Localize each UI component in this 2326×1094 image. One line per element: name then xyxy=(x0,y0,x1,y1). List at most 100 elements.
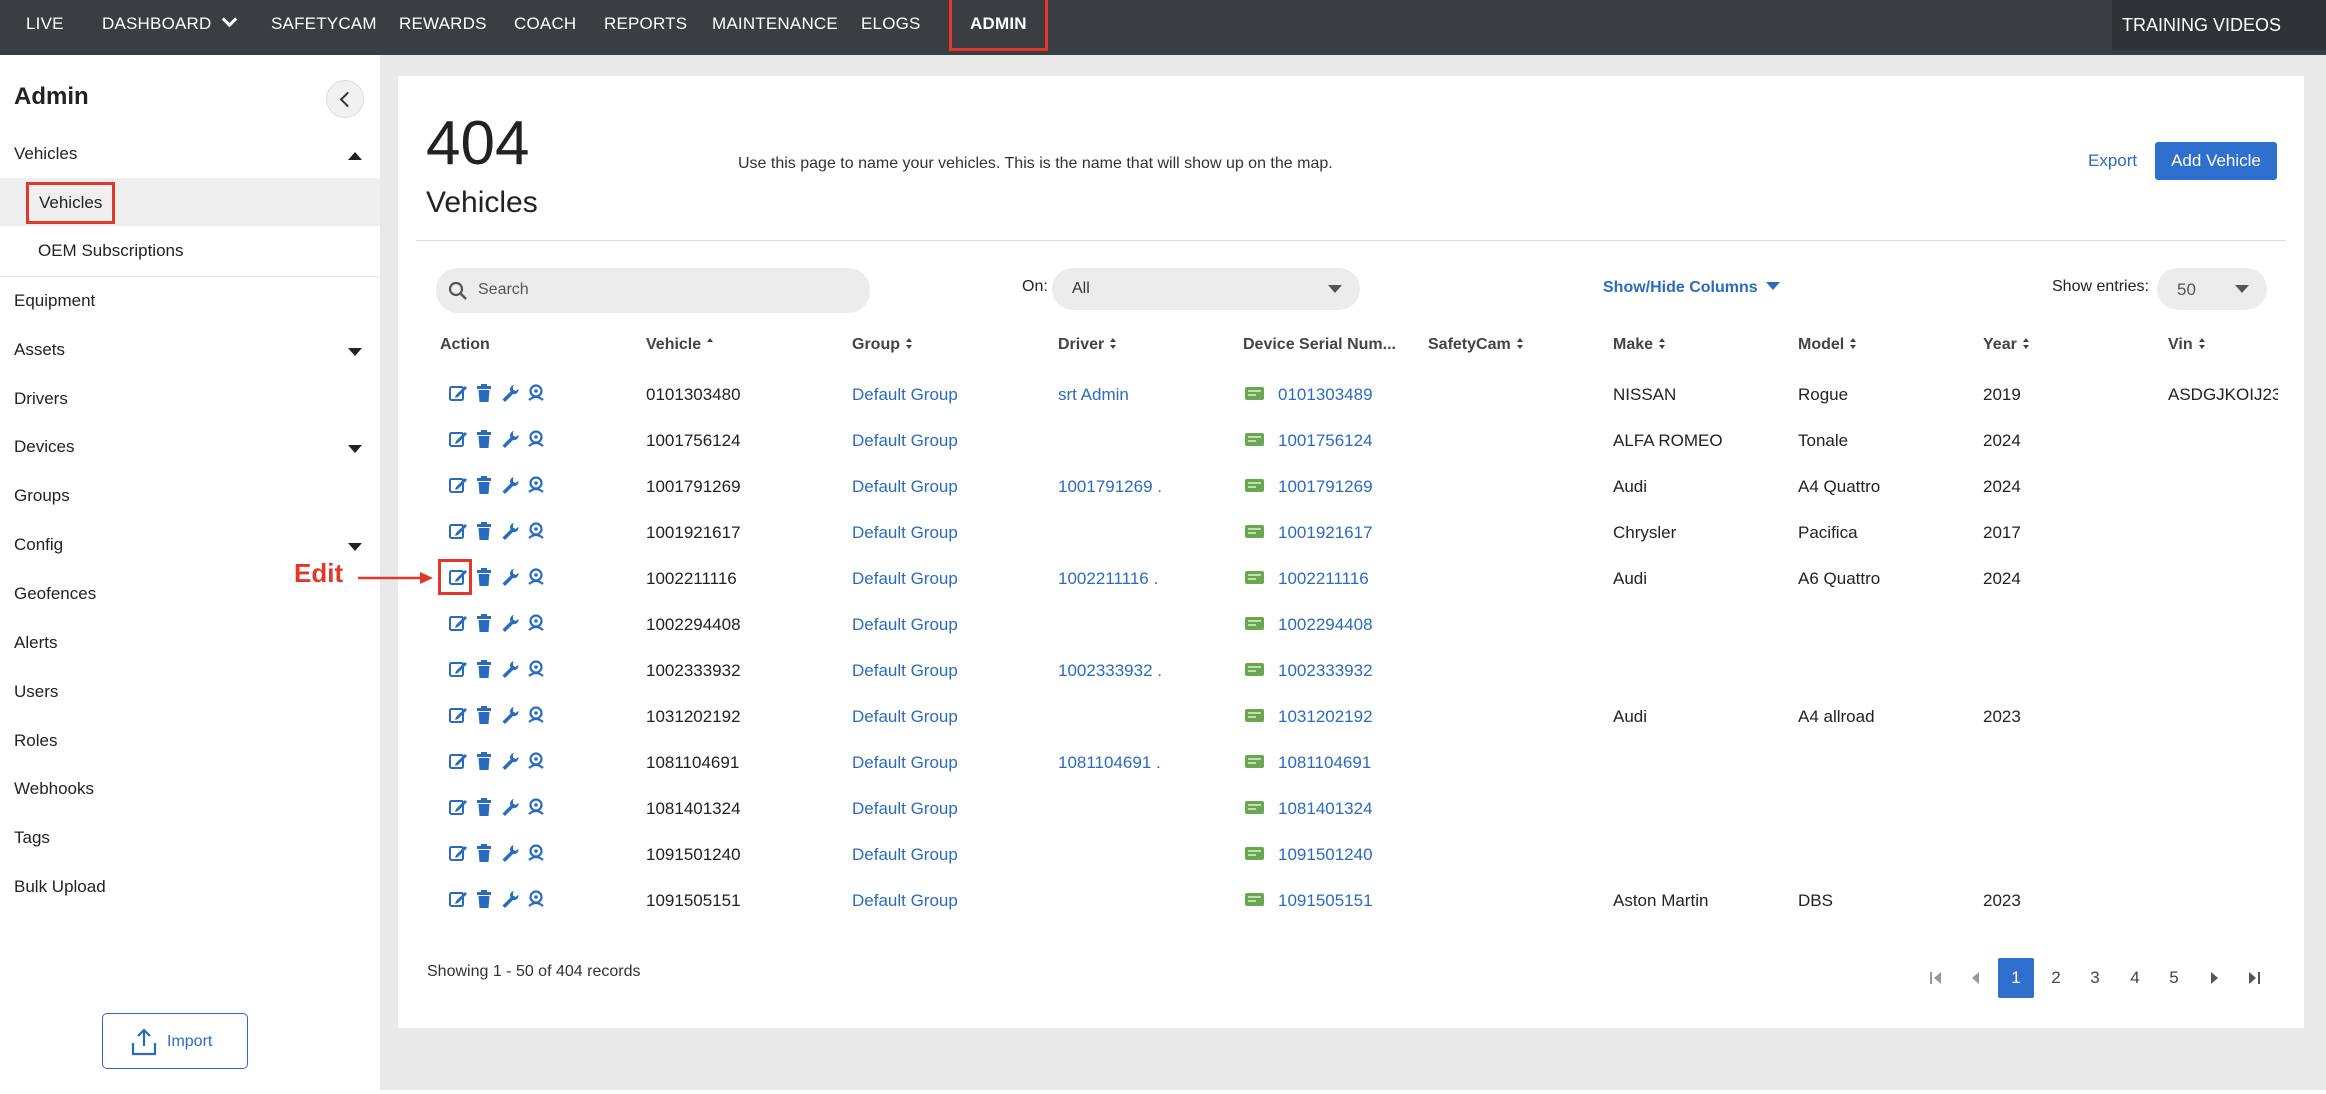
delete-button[interactable] xyxy=(474,797,494,817)
assign-driver-button[interactable] xyxy=(526,705,546,725)
assign-driver-button[interactable] xyxy=(526,475,546,495)
sidebar-item-geofences[interactable]: Geofences xyxy=(14,584,96,604)
edit-button[interactable] xyxy=(448,889,468,909)
page-2-button[interactable]: 2 xyxy=(2038,958,2074,998)
service-button[interactable] xyxy=(500,383,520,403)
column-header-vehicle[interactable]: Vehicle xyxy=(646,336,714,354)
page-1-button[interactable]: 1 xyxy=(1998,958,2034,998)
assign-driver-button[interactable] xyxy=(526,659,546,679)
sidebar-item-roles[interactable]: Roles xyxy=(14,731,57,751)
service-button[interactable] xyxy=(500,797,520,817)
service-button[interactable] xyxy=(500,705,520,725)
delete-button[interactable] xyxy=(474,659,494,679)
service-button[interactable] xyxy=(500,843,520,863)
import-button[interactable]: Import xyxy=(102,1013,248,1069)
sidebar-item-users[interactable]: Users xyxy=(14,682,58,702)
device-serial-cell[interactable]: 1091505151 xyxy=(1278,891,1373,911)
assign-driver-button[interactable] xyxy=(526,843,546,863)
group-cell[interactable]: Default Group xyxy=(852,615,958,635)
nav-coach[interactable]: COACH xyxy=(514,0,576,48)
page-4-button[interactable]: 4 xyxy=(2117,958,2153,998)
column-header-device-serial[interactable]: Device Serial Num... xyxy=(1243,336,1396,354)
group-cell[interactable]: Default Group xyxy=(852,799,958,819)
device-serial-cell[interactable]: 1002333932 xyxy=(1278,661,1373,681)
nav-safetycam[interactable]: SAFETYCAM xyxy=(271,0,377,48)
nav-training-videos[interactable]: TRAINING VIDEOS xyxy=(2112,0,2326,50)
device-serial-cell[interactable]: 0101303489 xyxy=(1278,385,1373,405)
service-button[interactable] xyxy=(500,567,520,587)
device-serial-cell[interactable]: 1081104691 xyxy=(1278,753,1371,773)
group-cell[interactable]: Default Group xyxy=(852,523,958,543)
service-button[interactable] xyxy=(500,475,520,495)
delete-button[interactable] xyxy=(474,751,494,771)
column-header-year[interactable]: Year xyxy=(1983,336,2030,354)
assign-driver-button[interactable] xyxy=(526,567,546,587)
column-header-make[interactable]: Make xyxy=(1613,336,1666,354)
last-page-button[interactable] xyxy=(2236,958,2272,998)
column-header-safetycam[interactable]: SafetyCam xyxy=(1428,336,1524,354)
prev-page-button[interactable] xyxy=(1958,958,1994,998)
service-button[interactable] xyxy=(500,613,520,633)
device-serial-cell[interactable]: 1001921617 xyxy=(1278,523,1373,543)
sidebar-item-tags[interactable]: Tags xyxy=(14,828,50,848)
show-hide-columns-button[interactable]: Show/Hide Columns xyxy=(1603,279,1780,297)
sidebar-item-config[interactable]: Config xyxy=(14,535,63,555)
add-vehicle-button[interactable]: Add Vehicle xyxy=(2155,142,2277,180)
nav-rewards[interactable]: REWARDS xyxy=(399,0,487,48)
sidebar-item-webhooks[interactable]: Webhooks xyxy=(14,779,94,799)
service-button[interactable] xyxy=(500,889,520,909)
sidebar-subitem-vehicles[interactable]: Vehicles xyxy=(0,178,380,226)
service-button[interactable] xyxy=(500,429,520,449)
sidebar-item-bulk-upload[interactable]: Bulk Upload xyxy=(14,877,106,897)
sidebar-item-equipment[interactable]: Equipment xyxy=(14,291,95,311)
service-button[interactable] xyxy=(500,751,520,771)
group-cell[interactable]: Default Group xyxy=(852,661,958,681)
edit-button[interactable] xyxy=(448,843,468,863)
driver-cell[interactable]: 1002333932 . xyxy=(1058,661,1162,681)
nav-dashboard[interactable]: DASHBOARD xyxy=(102,0,237,48)
delete-button[interactable] xyxy=(474,843,494,863)
edit-button[interactable] xyxy=(448,521,468,541)
group-cell[interactable]: Default Group xyxy=(852,385,958,405)
sidebar-item-drivers[interactable]: Drivers xyxy=(14,389,68,409)
edit-button[interactable] xyxy=(448,659,468,679)
delete-button[interactable] xyxy=(474,521,494,541)
page-3-button[interactable]: 3 xyxy=(2077,958,2113,998)
device-serial-cell[interactable]: 1001756124 xyxy=(1278,431,1373,451)
group-cell[interactable]: Default Group xyxy=(852,707,958,727)
edit-button[interactable] xyxy=(448,429,468,449)
page-5-button[interactable]: 5 xyxy=(2156,958,2192,998)
edit-button[interactable] xyxy=(448,613,468,633)
device-serial-cell[interactable]: 1002294408 xyxy=(1278,615,1373,635)
search-box[interactable] xyxy=(436,268,870,313)
nav-live[interactable]: LIVE xyxy=(26,0,64,48)
nav-admin[interactable]: ADMIN xyxy=(949,0,1048,51)
assign-driver-button[interactable] xyxy=(526,521,546,541)
device-serial-cell[interactable]: 1081401324 xyxy=(1278,799,1373,819)
delete-button[interactable] xyxy=(474,475,494,495)
service-button[interactable] xyxy=(500,521,520,541)
nav-elogs[interactable]: ELOGS xyxy=(861,0,921,48)
sidebar-item-devices[interactable]: Devices xyxy=(14,437,74,457)
on-filter-select[interactable]: All xyxy=(1052,268,1360,310)
sidebar-collapse-button[interactable] xyxy=(326,80,364,118)
delete-button[interactable] xyxy=(474,889,494,909)
edit-button[interactable] xyxy=(448,797,468,817)
export-link[interactable]: Export xyxy=(2088,151,2137,171)
delete-button[interactable] xyxy=(474,567,494,587)
edit-button[interactable] xyxy=(448,475,468,495)
delete-button[interactable] xyxy=(474,383,494,403)
assign-driver-button[interactable] xyxy=(526,751,546,771)
column-header-model[interactable]: Model xyxy=(1798,336,1857,354)
column-header-vin[interactable]: Vin xyxy=(2168,336,2206,354)
device-serial-cell[interactable]: 1002211116 xyxy=(1278,569,1369,589)
delete-button[interactable] xyxy=(474,613,494,633)
edit-button[interactable] xyxy=(448,383,468,403)
sidebar-item-groups[interactable]: Groups xyxy=(14,486,70,506)
sidebar-item-vehicles-group[interactable]: Vehicles xyxy=(14,144,77,164)
sidebar-subitem-oem[interactable]: OEM Subscriptions xyxy=(38,241,184,261)
driver-cell[interactable]: 1081104691 . xyxy=(1058,753,1161,773)
first-page-button[interactable] xyxy=(1918,958,1954,998)
sidebar-item-assets[interactable]: Assets xyxy=(14,340,65,360)
column-header-driver[interactable]: Driver xyxy=(1058,336,1117,354)
